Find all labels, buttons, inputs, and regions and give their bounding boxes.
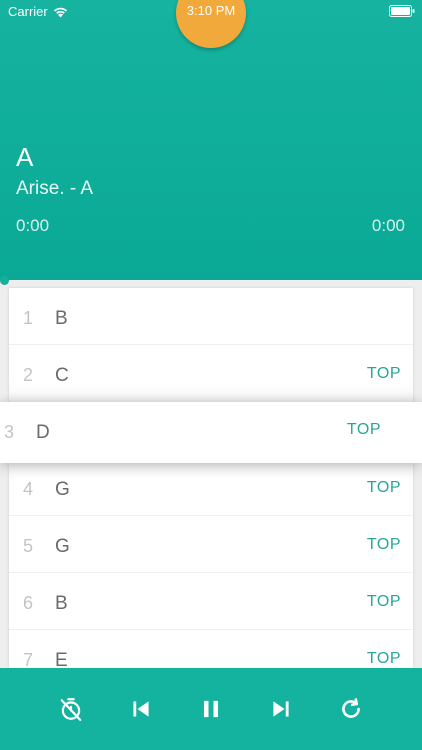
carrier-label: Carrier [8, 4, 48, 19]
track-number: 4 [23, 479, 34, 499]
pause-button[interactable] [196, 694, 226, 724]
repeat-icon [342, 698, 360, 718]
track-name: B [55, 308, 68, 329]
next-track-button[interactable] [266, 694, 296, 724]
track-number: 1 [23, 308, 34, 328]
skip-previous-icon [133, 701, 149, 717]
list-item[interactable]: 5 G TOP [9, 516, 413, 573]
carrier-indicator: Carrier [8, 4, 68, 19]
battery-icon [389, 5, 415, 17]
track-name: G [55, 479, 70, 500]
previous-track-button[interactable] [126, 694, 156, 724]
playback-controls [0, 668, 422, 750]
track-number: 2 [23, 365, 34, 385]
track-number: 6 [23, 593, 34, 613]
wifi-icon [53, 7, 67, 17]
track-name: B [55, 593, 68, 614]
move-to-top-button[interactable]: TOP [367, 650, 401, 668]
track-title: A [16, 142, 34, 172]
track-number: 3 [4, 422, 15, 442]
timer-off-icon [60, 698, 82, 721]
list-item[interactable]: 4 G TOP [9, 459, 413, 516]
list-item[interactable]: 2 C TOP [9, 345, 413, 402]
move-to-top-button[interactable]: TOP [367, 479, 401, 497]
playlist: 1 B 2 C TOP 4 G TOP 5 G TOP 6 B TOP 7 E … [9, 288, 413, 668]
list-item[interactable]: 1 B [9, 288, 413, 345]
pause-icon [203, 700, 219, 718]
total-time: 0:00 [371, 216, 405, 235]
skip-next-icon [273, 701, 289, 717]
sleep-timer-button[interactable] [56, 694, 86, 724]
move-to-top-button[interactable]: TOP [367, 365, 401, 383]
track-number: 5 [23, 536, 34, 556]
track-name: D [36, 422, 50, 443]
track-subtitle: Arise. - A [16, 178, 94, 199]
track-name: C [55, 365, 69, 386]
clock-time: 3:10 PM [186, 3, 236, 18]
list-item[interactable]: 6 B TOP [9, 573, 413, 630]
track-name: G [55, 536, 70, 557]
elapsed-time: 0:00 [16, 216, 50, 235]
repeat-button[interactable] [336, 694, 366, 724]
progress-slider-knob[interactable] [0, 276, 9, 285]
move-to-top-button[interactable]: TOP [367, 536, 401, 554]
music-player-screen: Carrier 3:10 PM A Arise. - A 0:00 0:00 1 [0, 0, 422, 750]
move-to-top-button[interactable]: TOP [347, 421, 381, 439]
track-number: 7 [23, 650, 34, 668]
clock-bubble: 3:10 PM [176, 0, 246, 48]
move-to-top-button[interactable]: TOP [367, 593, 401, 611]
list-item[interactable]: 7 E TOP [9, 630, 413, 668]
track-name: E [55, 650, 68, 668]
now-playing-header: Carrier 3:10 PM A Arise. - A 0:00 0:00 [0, 0, 422, 280]
dragged-list-item[interactable]: 3 D TOP [0, 402, 422, 463]
